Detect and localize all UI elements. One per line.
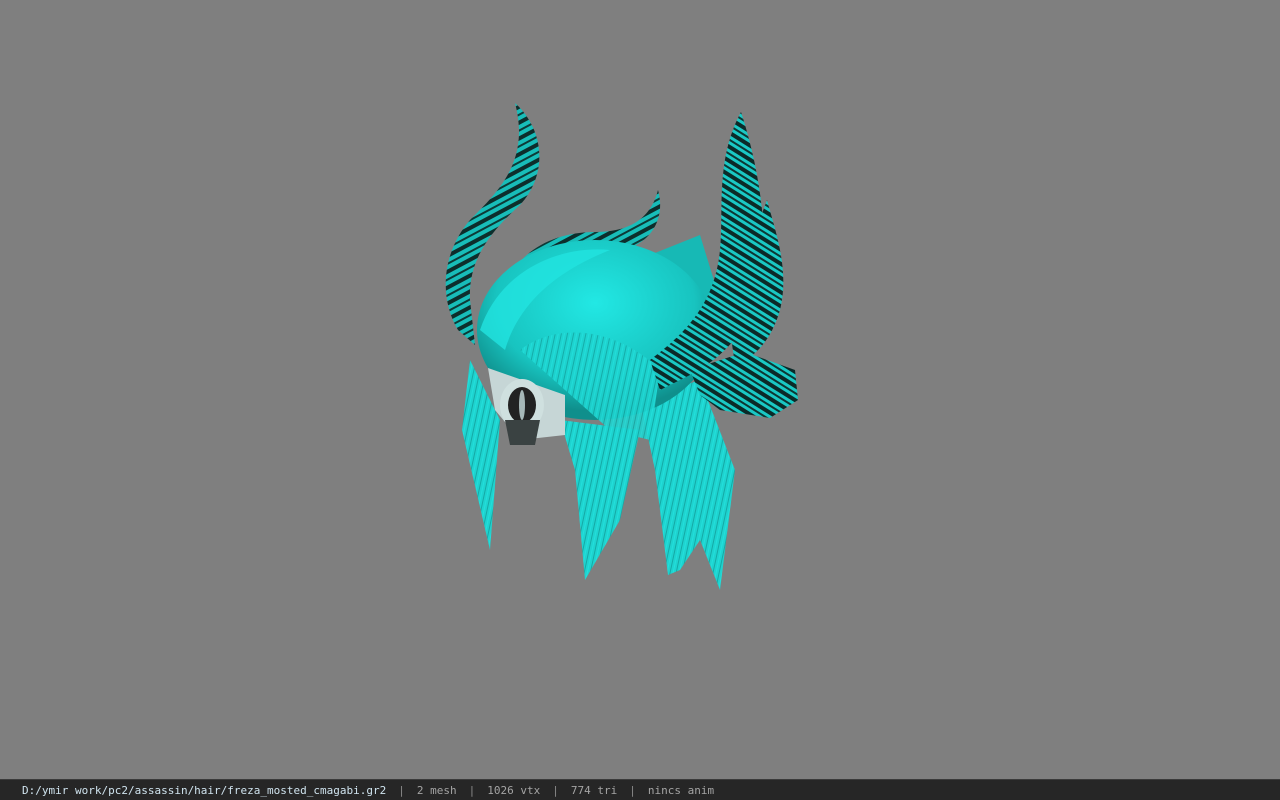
vertex-count-label: 1026 vtx bbox=[487, 783, 541, 797]
separator: | bbox=[552, 783, 559, 797]
separator: | bbox=[629, 783, 636, 797]
triangle-count-label: 774 tri bbox=[570, 783, 618, 797]
animation-status-label: nincs anim bbox=[647, 783, 715, 797]
model-render bbox=[445, 103, 798, 590]
mesh-count-label: 2 mesh bbox=[416, 783, 457, 797]
separator: | bbox=[398, 783, 405, 797]
separator: | bbox=[468, 783, 476, 797]
3d-viewport[interactable] bbox=[0, 0, 1280, 779]
file-path-label: D:/ymir work/pc2/assassin/hair/freza_mos… bbox=[22, 783, 387, 797]
status-bar: D:/ymir work/pc2/assassin/hair/freza_mos… bbox=[0, 779, 1280, 800]
